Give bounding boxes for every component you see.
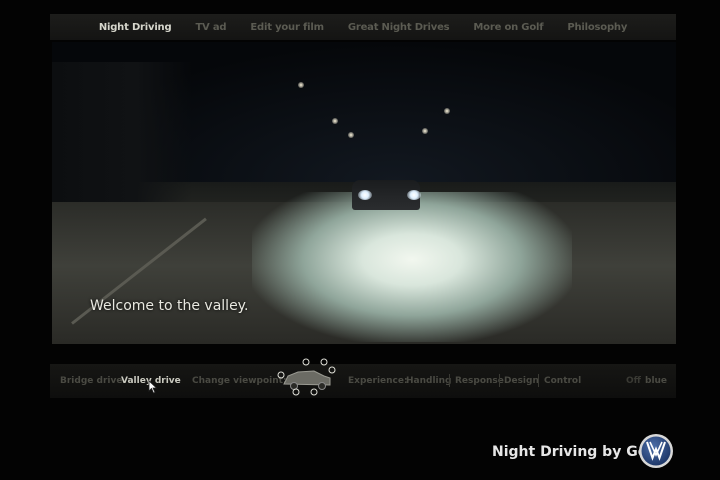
vw-logo-icon[interactable]: [638, 433, 674, 469]
bridge-drive-button[interactable]: Bridge drive: [60, 376, 122, 386]
streetlight: [422, 128, 428, 134]
toggle-off[interactable]: Off: [626, 376, 641, 386]
nav-philosophy[interactable]: Philosophy: [555, 22, 639, 33]
divider: [538, 374, 539, 387]
viewpoint-label: Change viewpoint:: [192, 376, 287, 386]
experience-handling[interactable]: Handling: [406, 376, 451, 386]
brand-title: Night Driving by Golf: [492, 444, 659, 460]
nav-great-night-drives[interactable]: Great Night Drives: [336, 22, 462, 33]
nav-more-on-golf[interactable]: More on Golf: [461, 22, 555, 33]
top-navigation: Night Driving TV ad Edit your film Great…: [50, 14, 676, 40]
streetlight: [332, 118, 338, 124]
video-player[interactable]: Welcome to the valley.: [52, 42, 676, 344]
streetlight: [348, 132, 354, 138]
headlight-beam: [252, 192, 572, 342]
pointer-cursor-icon: [148, 380, 158, 394]
buildings: [52, 62, 192, 202]
divider: [499, 374, 500, 387]
drive-controls: Bridge drive Valley drive Change viewpoi…: [50, 358, 676, 398]
experience-response[interactable]: Response: [455, 376, 504, 386]
streetlight: [298, 82, 304, 88]
experience-label: Experience:: [348, 376, 408, 386]
nav-tv-ad[interactable]: TV ad: [183, 22, 238, 33]
experience-design[interactable]: Design: [504, 376, 539, 386]
experience-control[interactable]: Control: [544, 376, 581, 386]
headlight-left: [358, 190, 372, 200]
streetlight: [444, 108, 450, 114]
toggle-blue[interactable]: blue: [645, 376, 667, 386]
headlight-right: [407, 190, 421, 200]
divider: [449, 374, 450, 387]
video-caption: Welcome to the valley.: [90, 298, 249, 314]
viewpoint-car-icon[interactable]: [276, 356, 338, 396]
nav-night-driving[interactable]: Night Driving: [87, 22, 184, 33]
nav-edit-your-film[interactable]: Edit your film: [238, 22, 335, 33]
